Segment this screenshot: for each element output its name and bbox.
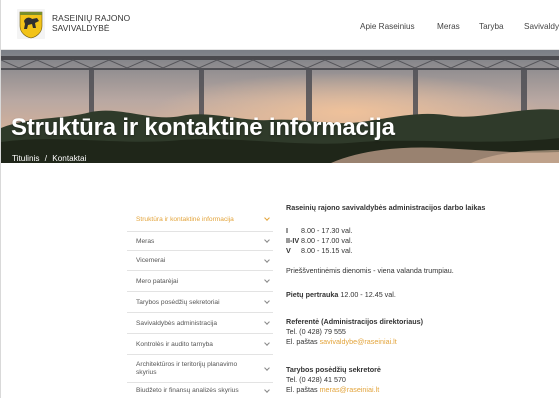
- email-label: El. paštas: [286, 337, 318, 346]
- lunch-break: Pietų pertrauka 12.00 - 12.45 val.: [286, 290, 396, 299]
- contact-phone[interactable]: Tel. (0 428) 79 555: [286, 327, 346, 336]
- sidebar-item-tarybos-sekretoriai[interactable]: Tarybos posėdžių sekretoriai: [127, 291, 273, 312]
- sidebar-item-mero-patarejai[interactable]: Mero patarėjai: [127, 270, 273, 291]
- chevron-down-icon[interactable]: [264, 386, 270, 393]
- chevron-down-icon[interactable]: [264, 277, 270, 283]
- sidebar-item-label: Struktūra ir kontaktinė informacija: [136, 215, 234, 223]
- sidebar-item-label: Savivaldybės administracija: [136, 319, 217, 327]
- contact-phone[interactable]: Tel. (0 428) 41 570: [286, 375, 346, 384]
- sidebar-item-label: Meras: [136, 237, 155, 245]
- working-hours-title: Raseinių rajono savivaldybės administrac…: [286, 203, 486, 212]
- hours-day: II-IV: [286, 236, 300, 245]
- sidebar-item-label: Vicemerai: [136, 257, 166, 264]
- holiday-note: Prieššventinėmis dienomis - viena valand…: [286, 266, 454, 275]
- brand-line-2: SAVIVALDYBĖ: [52, 23, 110, 33]
- hours-time: 8.00 - 17.00 val.: [301, 236, 353, 245]
- sidebar-item-label: Biudžeto ir finansų analizės skyrius: [136, 387, 239, 394]
- sidebar-item-architekturos-skyrius[interactable]: Architektūros ir teritorijų planavimo sk…: [127, 354, 273, 382]
- chevron-down-icon[interactable]: [264, 340, 270, 346]
- email-link[interactable]: savivaldybe@raseiniai.lt: [320, 337, 397, 346]
- lunch-time: 12.00 - 12.45 val.: [340, 290, 396, 299]
- site-header: RASEINIŲ RAJONO SAVIVALDYBĖ Apie Raseini…: [1, 0, 559, 50]
- breadcrumb-separator: /: [44, 154, 48, 163]
- page: RASEINIŲ RAJONO SAVIVALDYBĖ Apie Raseini…: [0, 0, 559, 398]
- sidebar-item-vicemerai[interactable]: Vicemerai: [127, 250, 273, 270]
- sidebar-item-label: Architektūros ir teritorijų planavimo sk…: [136, 360, 238, 376]
- email-label: El. paštas: [286, 385, 318, 394]
- chevron-down-icon[interactable]: [264, 319, 270, 325]
- breadcrumb-home-link[interactable]: Titulinis: [12, 154, 39, 163]
- contact-email-row: El. paštas savivaldybe@raseiniai.lt: [286, 337, 397, 346]
- sidebar-item-meras[interactable]: Meras: [127, 231, 273, 250]
- contact-title-referente: Referentė (Administracijos direktoriaus): [286, 317, 423, 326]
- chevron-down-icon[interactable]: [264, 237, 270, 243]
- hero-landscape-image: [1, 50, 559, 163]
- sidebar-item-label: Kontrolės ir audito tarnyba: [136, 340, 213, 348]
- nav-meras[interactable]: Meras: [437, 22, 460, 31]
- sidebar-item-biudzeto-skyrius[interactable]: Biudžeto ir finansų analizės skyrius: [127, 382, 273, 398]
- contact-email-row: El. paštas meras@raseiniai.lt: [286, 385, 379, 394]
- hours-row: V 8.00 - 15.15 val.: [286, 246, 353, 255]
- hours-day: V: [286, 246, 291, 255]
- hours-row: I 8.00 - 17.30 val.: [286, 226, 353, 235]
- chevron-down-icon[interactable]: [264, 298, 270, 304]
- hours-time: 8.00 - 15.15 val.: [301, 246, 353, 255]
- hours-time: 8.00 - 17.30 val.: [301, 226, 353, 235]
- sidebar-item-administracija[interactable]: Savivaldybės administracija: [127, 312, 273, 333]
- breadcrumb: Titulinis / Kontaktai: [12, 154, 86, 163]
- page-title: Struktūra ir kontaktinė informacija: [11, 114, 395, 141]
- contact-title-sekretore: Tarybos posėdžių sekretorė: [286, 365, 381, 374]
- chevron-down-icon[interactable]: [264, 256, 270, 263]
- brand-name[interactable]: RASEINIŲ RAJONO SAVIVALDYBĖ: [52, 13, 130, 33]
- sidebar-item-label: Mero patarėjai: [136, 277, 179, 285]
- hours-row: II-IV 8.00 - 17.00 val.: [286, 236, 353, 245]
- breadcrumb-current: Kontaktai: [52, 154, 87, 163]
- nav-savivaldybe[interactable]: Savivaldybė: [524, 22, 559, 31]
- email-link[interactable]: meras@raseiniai.lt: [320, 385, 380, 394]
- coat-of-arms-logo[interactable]: [17, 9, 45, 39]
- chevron-down-icon[interactable]: [264, 364, 270, 371]
- nav-apie-raseinius[interactable]: Apie Raseinius: [360, 22, 415, 31]
- chevron-down-icon[interactable]: [264, 215, 270, 221]
- sidebar-menu: Struktūra ir kontaktinė informacija Mera…: [127, 207, 273, 398]
- sidebar-item-kontroles-tarnyba[interactable]: Kontrolės ir audito tarnyba: [127, 333, 273, 354]
- sidebar-item-struktura[interactable]: Struktūra ir kontaktinė informacija: [127, 207, 273, 231]
- hours-day: I: [286, 226, 288, 235]
- hero-banner: Struktūra ir kontaktinė informacija Titu…: [1, 50, 559, 163]
- nav-taryba[interactable]: Taryba: [479, 22, 504, 31]
- lunch-label: Pietų pertrauka: [286, 290, 339, 299]
- brand-line-1: RASEINIŲ RAJONO: [52, 13, 131, 23]
- sidebar-item-label: Tarybos posėdžių sekretoriai: [136, 298, 220, 306]
